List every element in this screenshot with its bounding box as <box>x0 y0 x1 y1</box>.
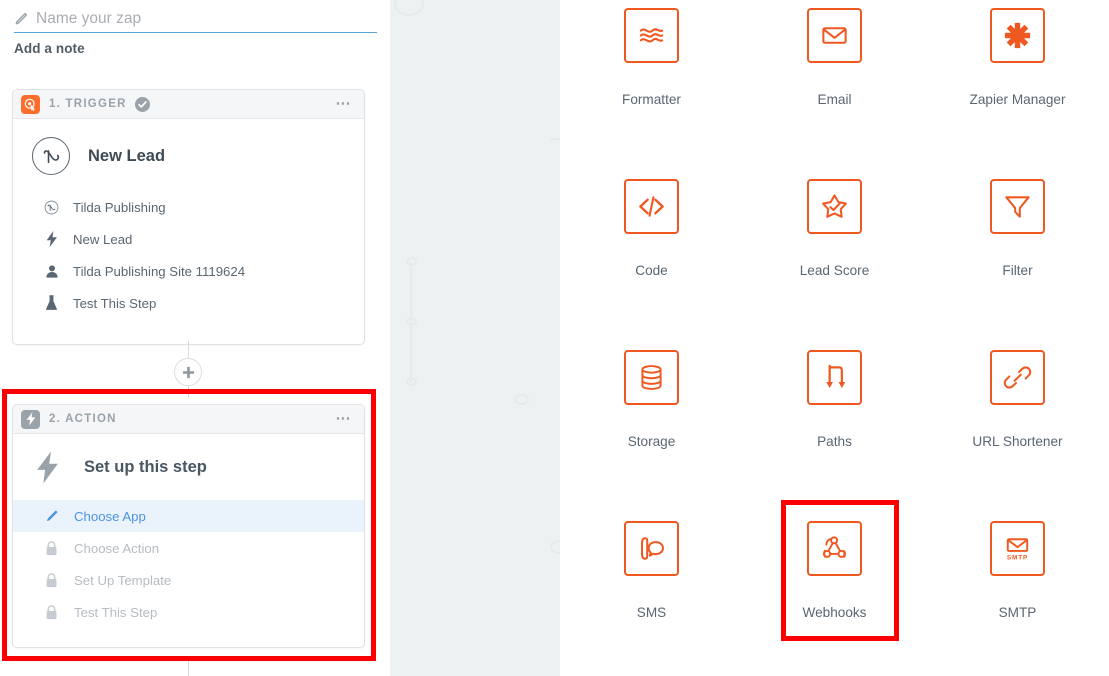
lock-icon <box>43 604 60 620</box>
action-step-label: 2. ACTION <box>49 413 117 425</box>
database-icon <box>624 350 679 405</box>
funnel-icon <box>990 179 1045 234</box>
setup-row-choose-app[interactable]: Choose App <box>13 500 364 532</box>
trigger-detail-test[interactable]: Test This Step <box>13 287 364 319</box>
app-cell-zapier-manager[interactable]: Zapier Manager <box>926 0 1109 171</box>
trigger-step-header: 1. TRIGGER ⋯ <box>13 90 364 119</box>
app-cell-smtp[interactable]: SMTP SMTP <box>926 513 1109 676</box>
trigger-detail-account-label: Tilda Publishing Site 1119624 <box>73 263 246 279</box>
phone-chat-icon <box>624 521 679 576</box>
action-setup-title: Set up this step <box>84 458 207 476</box>
pencil-icon <box>43 509 60 523</box>
app-picker-pane: Formatter Email Zapier Manager Code Lead… <box>560 0 1109 676</box>
app-label: Webhooks <box>802 605 867 620</box>
trigger-step-menu-icon[interactable]: ⋯ <box>336 96 353 111</box>
formatter-waves-icon <box>624 8 679 63</box>
app-label: URL Shortener <box>972 434 1063 449</box>
code-brackets-icon <box>624 179 679 234</box>
flask-icon <box>43 295 60 311</box>
app-label: Paths <box>817 434 852 449</box>
decor-bar <box>550 138 560 140</box>
app-label: SMS <box>636 605 667 620</box>
app-label: Storage <box>627 434 676 449</box>
trigger-step-label: 1. TRIGGER <box>49 98 127 110</box>
app-label: SMTP <box>998 605 1037 620</box>
app-cell-filter[interactable]: Filter <box>926 171 1109 342</box>
plus-icon <box>182 366 194 378</box>
trigger-app-name: New Lead <box>88 146 166 165</box>
lightning-icon <box>32 451 62 484</box>
app-cell-url-shortener[interactable]: URL Shortener <box>926 342 1109 513</box>
trigger-step-card[interactable]: 1. TRIGGER ⋯ New Lead Tilda Publishing N… <box>12 89 365 345</box>
app-cell-lead-score[interactable]: Lead Score <box>743 171 926 342</box>
star-check-icon <box>807 179 862 234</box>
setup-row-test-this-step-label: Test This Step <box>74 604 158 620</box>
trigger-detail-test-label: Test This Step <box>73 295 157 311</box>
trigger-detail-event-label: New Lead <box>73 231 133 247</box>
connector-line-tail <box>188 659 189 676</box>
trigger-detail-event[interactable]: New Lead <box>13 223 364 255</box>
setup-row-choose-action-label: Choose Action <box>74 540 160 556</box>
trigger-detail-app[interactable]: Tilda Publishing <box>13 191 364 223</box>
app-label: Formatter <box>622 92 681 107</box>
pencil-icon <box>14 12 28 26</box>
check-circle-icon <box>134 96 150 112</box>
action-setup-title-row: Set up this step <box>13 434 364 500</box>
zap-editor-pane: Add a note 1. TRIGGER <box>0 0 390 676</box>
decor-circle <box>514 394 529 405</box>
app-cell-storage[interactable]: Storage <box>560 342 743 513</box>
smtp-badge-text: SMTP <box>1007 555 1028 562</box>
action-setup-list: Choose App Choose Action Set Up Template… <box>13 500 364 646</box>
app-label: Zapier Manager <box>969 92 1066 107</box>
app-cell-paths[interactable]: Paths <box>743 342 926 513</box>
app-cell-code[interactable]: Code <box>560 171 743 342</box>
setup-row-set-up-template-label: Set Up Template <box>74 572 172 588</box>
lock-icon <box>43 540 60 556</box>
tilda-circle-icon <box>43 200 60 215</box>
app-cell-webhooks[interactable]: Webhooks <box>743 513 926 676</box>
setup-row-test-this-step[interactable]: Test This Step <box>13 596 364 628</box>
app-label: Email <box>817 92 852 107</box>
app-label: Lead Score <box>799 263 870 278</box>
app-grid: Formatter Email Zapier Manager Code Lead… <box>560 0 1109 676</box>
trigger-step-body: New Lead Tilda Publishing New Lead Tilda… <box>13 119 364 337</box>
envelope-smtp-icon: SMTP <box>990 521 1045 576</box>
lightning-icon <box>43 231 60 247</box>
setup-row-choose-action[interactable]: Choose Action <box>13 532 364 564</box>
link-chain-icon <box>990 350 1045 405</box>
zapier-asterisk-icon <box>990 8 1045 63</box>
add-note-link[interactable]: Add a note <box>14 41 85 56</box>
decor-circle <box>394 0 424 16</box>
decor-bar <box>410 262 412 382</box>
tilda-icon <box>32 137 70 175</box>
app-cell-formatter[interactable]: Formatter <box>560 0 743 171</box>
trigger-detail-list: Tilda Publishing New Lead Tilda Publishi… <box>13 191 364 337</box>
action-step-header: 2. ACTION ⋯ <box>13 405 364 434</box>
zap-name-field-row <box>14 6 377 33</box>
trigger-detail-app-label: Tilda Publishing <box>73 199 166 215</box>
app-label: Code <box>635 263 668 278</box>
person-icon <box>43 264 60 279</box>
webhook-icon <box>807 521 862 576</box>
zap-name-input[interactable] <box>36 10 356 28</box>
envelope-icon <box>807 8 862 63</box>
trigger-app-row: New Lead <box>13 119 364 191</box>
app-cell-sms[interactable]: SMS <box>560 513 743 676</box>
action-step-menu-icon[interactable]: ⋯ <box>336 411 353 426</box>
zapier-trigger-icon <box>21 94 40 114</box>
setup-row-choose-app-label: Choose App <box>74 508 146 524</box>
zap-editor-screen: Add a note 1. TRIGGER <box>0 0 1109 676</box>
setup-row-set-up-template[interactable]: Set Up Template <box>13 564 364 596</box>
app-cell-email[interactable]: Email <box>743 0 926 171</box>
action-step-body: Set up this step Choose App Choose Actio… <box>13 434 364 646</box>
decor-circle <box>550 540 560 554</box>
trigger-detail-account[interactable]: Tilda Publishing Site 1119624 <box>13 255 364 287</box>
lock-icon <box>43 572 60 588</box>
app-label: Filter <box>1002 263 1033 278</box>
lightning-icon <box>21 409 40 429</box>
add-step-button[interactable] <box>174 358 202 386</box>
decorative-side-panel <box>390 0 560 676</box>
paths-branch-icon <box>807 350 862 405</box>
action-step-card[interactable]: 2. ACTION ⋯ Set up this step Choose App … <box>12 404 365 648</box>
